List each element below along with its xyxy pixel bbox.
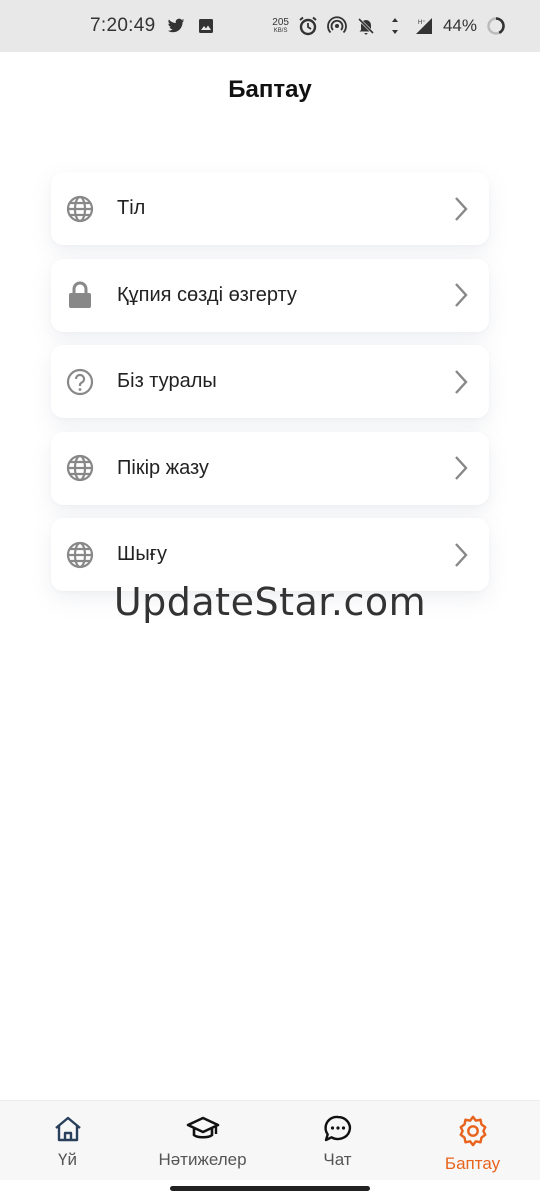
- data-arrows-icon: [385, 16, 405, 36]
- nav-chat[interactable]: Чат: [270, 1101, 405, 1180]
- hotspot-icon: [327, 16, 347, 36]
- signal-icon: H⁺: [414, 16, 434, 36]
- globe-icon: [65, 194, 95, 224]
- mute-bell-icon: [356, 16, 376, 36]
- battery-percent: 44%: [442, 16, 477, 35]
- nav-label: Чат: [323, 1150, 352, 1169]
- bottom-nav: Үй Нәтижелер Чат Баптау: [0, 1100, 540, 1180]
- graduation-cap-icon: [186, 1115, 220, 1148]
- menu-item-change-password[interactable]: Құпия сөзді өзгерту: [51, 258, 489, 332]
- gesture-bar[interactable]: [170, 1186, 370, 1191]
- nav-home[interactable]: Үй: [0, 1101, 135, 1180]
- help-circle-icon: [65, 367, 95, 397]
- globe-icon: [65, 453, 95, 483]
- chevron-right-icon: [451, 454, 471, 482]
- watermark: UpdateStar.com: [113, 580, 427, 624]
- settings-menu: Тіл Құпия сөзді өзгерту Біз туралы Пікір…: [51, 172, 489, 605]
- menu-item-language[interactable]: Тіл: [51, 172, 489, 245]
- nav-results[interactable]: Нәтижелер: [135, 1101, 270, 1180]
- chevron-right-icon: [451, 281, 471, 309]
- menu-item-label: Біз туралы: [117, 370, 217, 392]
- globe-icon: [65, 540, 95, 570]
- menu-item-label: Шығу: [117, 543, 167, 565]
- chevron-right-icon: [451, 368, 471, 396]
- nav-label: Үй: [58, 1150, 77, 1169]
- twitter-icon: [166, 16, 186, 36]
- nav-label: Нәтижелер: [158, 1150, 247, 1169]
- chevron-right-icon: [451, 541, 471, 569]
- menu-item-label: Тіл: [117, 197, 146, 219]
- menu-item-label: Пікір жазу: [117, 456, 209, 479]
- gear-icon: [456, 1115, 490, 1152]
- chevron-right-icon: [451, 195, 471, 223]
- nav-settings[interactable]: Баптау: [405, 1101, 540, 1180]
- status-time: 7:20:49: [90, 15, 156, 36]
- page-title: Баптау: [228, 76, 312, 103]
- svg-text:H⁺: H⁺: [418, 19, 426, 26]
- menu-item-feedback[interactable]: Пікір жазу: [51, 431, 489, 505]
- chat-bubble-icon: [323, 1115, 353, 1148]
- menu-item-label: Құпия сөзді өзгерту: [117, 283, 297, 306]
- lock-icon: [65, 280, 95, 310]
- nav-label: Баптау: [444, 1154, 501, 1173]
- battery-ring-icon: [486, 16, 506, 36]
- status-bar: 7:20:49 205 KB/S H⁺ 44%: [0, 0, 540, 52]
- network-speed: 205 KB/S: [272, 17, 289, 35]
- alarm-icon: [298, 16, 318, 36]
- image-icon: [196, 16, 216, 36]
- menu-item-about[interactable]: Біз туралы: [51, 345, 489, 418]
- home-icon: [53, 1115, 83, 1148]
